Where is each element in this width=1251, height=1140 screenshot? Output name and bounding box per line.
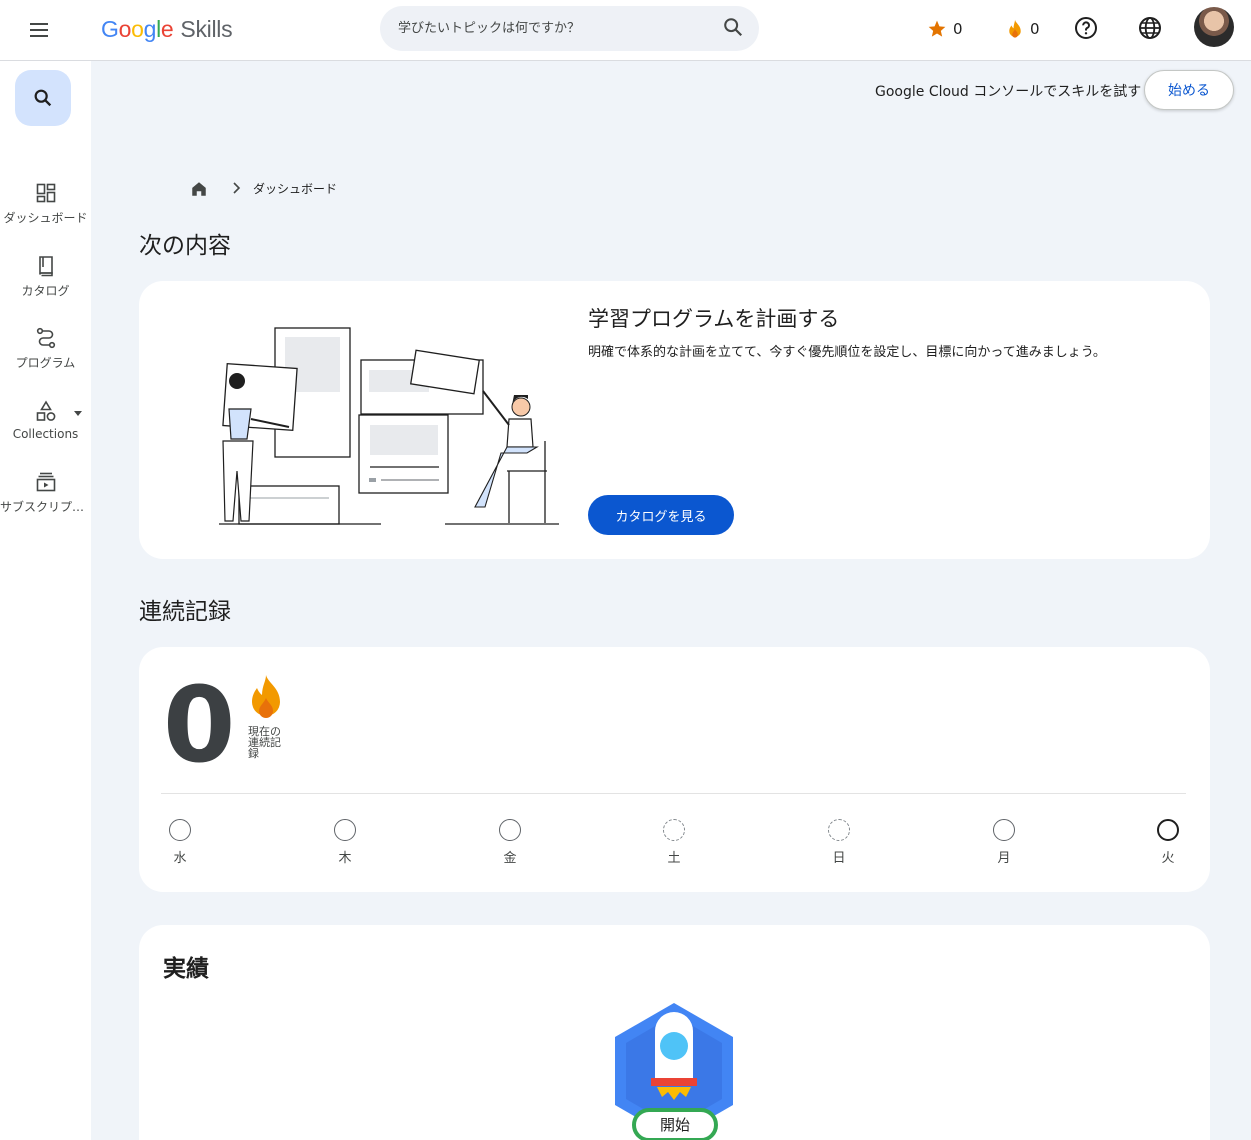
day-status-circle bbox=[663, 819, 685, 841]
rail-item-label: ダッシュボード bbox=[3, 211, 88, 225]
next-section-heading: 次の内容 bbox=[139, 233, 231, 259]
rail-item-programs[interactable]: プログラム bbox=[0, 326, 91, 371]
rail-item-catalog[interactable]: カタログ bbox=[0, 254, 91, 299]
current-streak-label: 現在の連続記録 bbox=[248, 725, 281, 760]
streak-day-today: 火 bbox=[1155, 819, 1181, 866]
route-icon bbox=[36, 327, 55, 349]
streak-day: 金 bbox=[497, 819, 523, 866]
achievements-card: 実績 開始 bbox=[139, 925, 1210, 1140]
day-label: 木 bbox=[338, 851, 352, 866]
home-icon[interactable] bbox=[190, 180, 208, 198]
card-description: 明確で体系的な計画を立てて、今すぐ優先順位を設定し、目標に向かって進みましょう。 bbox=[588, 345, 1106, 360]
help-icon[interactable] bbox=[1074, 16, 1098, 40]
day-status-circle bbox=[334, 819, 356, 841]
breadcrumb-current: ダッシュボード bbox=[253, 182, 338, 196]
day-label: 金 bbox=[503, 851, 517, 866]
streak-day: 日 bbox=[826, 819, 852, 866]
streak-day: 木 bbox=[332, 819, 358, 866]
chevron-right-icon bbox=[233, 182, 241, 194]
google-skills-logo[interactable]: Google Skills bbox=[101, 13, 233, 45]
day-label: 火 bbox=[1161, 851, 1175, 866]
day-label: 日 bbox=[832, 851, 846, 866]
planning-illustration bbox=[219, 327, 559, 525]
search-icon bbox=[34, 89, 52, 107]
dashboard-icon bbox=[36, 183, 55, 203]
subscriptions-icon bbox=[36, 472, 55, 492]
stars-indicator[interactable]: 0 bbox=[927, 18, 963, 40]
day-label: 水 bbox=[173, 851, 187, 866]
badge-label: 開始 bbox=[632, 1108, 718, 1140]
view-catalog-button[interactable]: カタログを見る bbox=[588, 495, 734, 535]
stars-count: 0 bbox=[953, 20, 963, 38]
streak-section-heading: 連続記録 bbox=[139, 599, 231, 625]
day-label: 土 bbox=[667, 851, 681, 866]
plan-program-card: 学習プログラムを計画する 明確で体系的な計画を立てて、今すぐ優先順位を設定し、目… bbox=[139, 281, 1210, 559]
rail-item-label: カタログ bbox=[21, 284, 70, 298]
search-bar bbox=[380, 6, 759, 51]
book-icon bbox=[38, 256, 53, 277]
rail-item-collections[interactable]: Collections bbox=[0, 399, 91, 441]
rail-item-label: Collections bbox=[12, 427, 79, 441]
globe-icon[interactable] bbox=[1138, 16, 1162, 40]
streak-count: 0 bbox=[1030, 20, 1040, 38]
flame-icon bbox=[252, 675, 280, 718]
day-label: 月 bbox=[997, 851, 1011, 866]
flame-icon bbox=[1009, 19, 1021, 38]
streak-day: 月 bbox=[991, 819, 1017, 866]
day-status-circle bbox=[499, 819, 521, 841]
day-status-circle bbox=[828, 819, 850, 841]
rail-search-button[interactable] bbox=[15, 70, 71, 126]
logo-product-text: Skills bbox=[180, 15, 233, 42]
rail-item-label: サブスクリプション bbox=[0, 500, 91, 514]
achievements-heading: 実績 bbox=[163, 956, 209, 982]
navigation-rail: ダッシュボード カタログ プログラム Collections サブスクリプション bbox=[0, 61, 91, 1140]
divider bbox=[161, 793, 1186, 794]
console-prompt-text: Google Cloud コンソールでスキルを試す bbox=[875, 84, 1142, 100]
top-app-bar: Google Skills 0 0 bbox=[0, 0, 1251, 61]
star-icon bbox=[928, 20, 946, 37]
start-button[interactable]: 始める bbox=[1144, 70, 1234, 110]
rail-item-subscriptions[interactable]: サブスクリプション bbox=[0, 470, 91, 515]
user-avatar[interactable] bbox=[1194, 7, 1234, 47]
streak-card: 0 現在の連続記録 水 木 金 土 日 月 火 bbox=[139, 647, 1210, 892]
search-input[interactable] bbox=[398, 6, 698, 51]
day-status-circle bbox=[169, 819, 191, 841]
day-status-circle bbox=[993, 819, 1015, 841]
chevron-down-icon[interactable] bbox=[74, 411, 82, 416]
day-status-circle bbox=[1157, 819, 1179, 841]
menu-icon[interactable] bbox=[25, 18, 53, 42]
shapes-icon bbox=[36, 400, 55, 421]
rail-item-dashboard[interactable]: ダッシュボード bbox=[0, 181, 91, 226]
streak-indicator[interactable]: 0 bbox=[1006, 18, 1040, 40]
rail-item-label: プログラム bbox=[15, 356, 76, 370]
current-streak-value: 0 bbox=[163, 664, 236, 786]
streak-day: 土 bbox=[661, 819, 687, 866]
card-title: 学習プログラムを計画する bbox=[588, 307, 840, 331]
logo-google-text: Google bbox=[101, 15, 174, 42]
search-icon[interactable] bbox=[722, 16, 744, 38]
streak-day: 水 bbox=[167, 819, 193, 866]
